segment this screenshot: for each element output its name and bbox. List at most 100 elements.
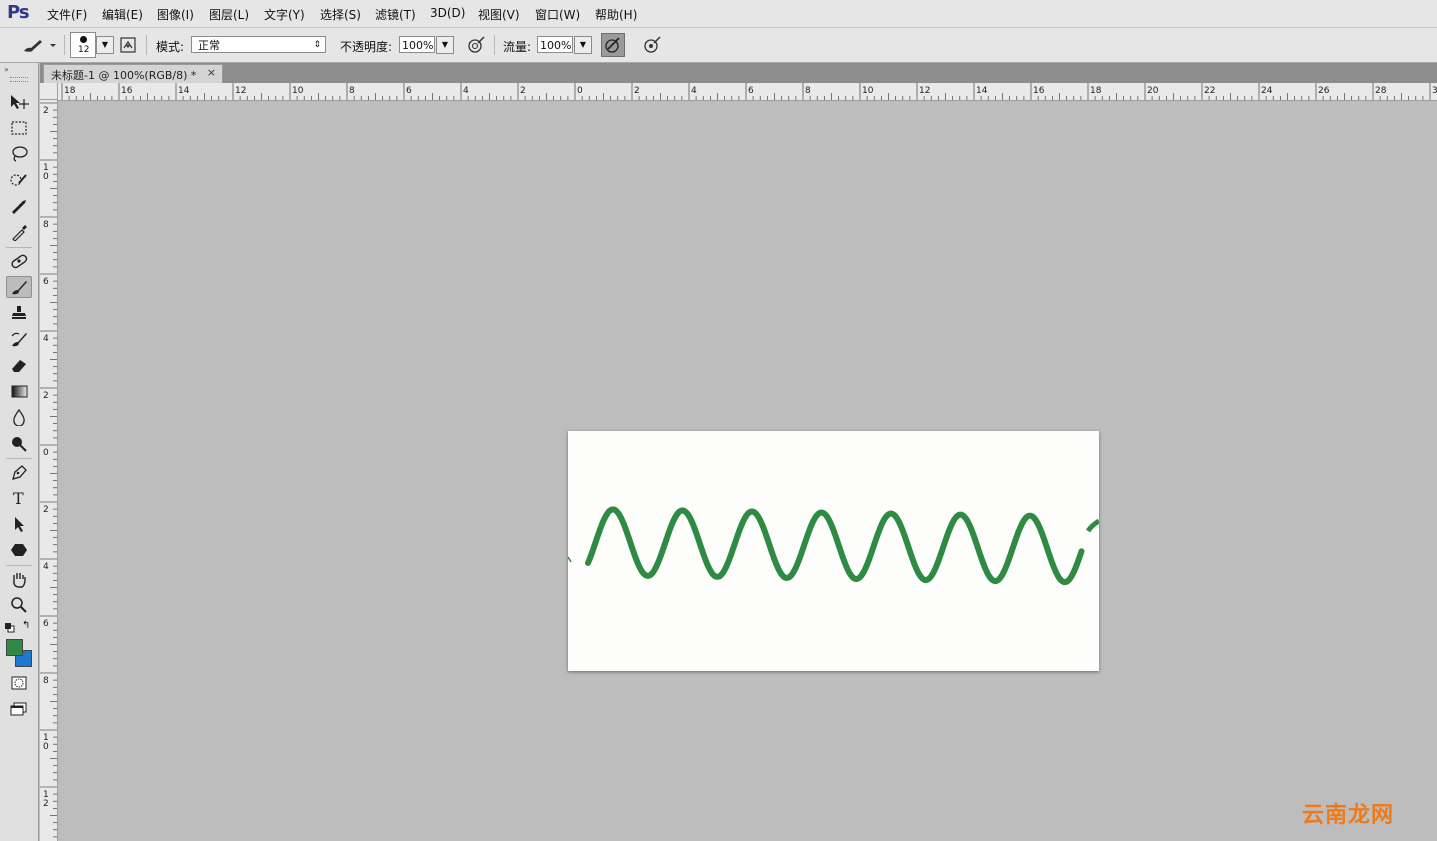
ruler-label: 10 [862, 86, 874, 96]
brush-picker-dropdown[interactable]: ▼ [96, 36, 114, 54]
marquee-tool[interactable] [6, 117, 32, 139]
menu-edit[interactable]: 编辑(E) [102, 6, 143, 23]
opacity-value: 100% [402, 39, 434, 52]
dodge-tool[interactable] [6, 432, 32, 454]
collapse-panel-icon[interactable]: » [4, 65, 9, 74]
opacity-dropdown[interactable]: ▼ [436, 36, 454, 54]
menu-help[interactable]: 帮助(H) [595, 6, 637, 23]
swap-arrow-icon: ↰ [22, 620, 31, 631]
screen-mode-button[interactable] [6, 698, 32, 720]
ruler-label: 0 [43, 172, 49, 182]
menu-filter[interactable]: 滤镜(T) [375, 6, 416, 23]
hand-tool[interactable] [6, 568, 32, 590]
zoom-icon [11, 597, 27, 613]
document-canvas[interactable] [567, 431, 1101, 671]
ruler-label: 2 [43, 799, 49, 809]
watermark-logo: 云南龙网 [1302, 802, 1395, 828]
chevron-down-icon: ▼ [579, 40, 587, 49]
foreground-color-swatch[interactable] [6, 639, 23, 656]
history-brush-tool[interactable] [6, 328, 32, 350]
ruler-label: 30 [1432, 86, 1437, 96]
horizontal-ruler[interactable]: 1816141210864202468101214161820222426283… [58, 83, 1437, 101]
pen-tool[interactable] [6, 461, 32, 483]
quick-mask-button[interactable] [6, 672, 32, 694]
brush-size-preview[interactable]: 12 [70, 32, 96, 58]
pressure-size-icon [644, 36, 661, 53]
menu-image[interactable]: 图像(I) [157, 6, 194, 23]
menu-layer[interactable]: 图层(L) [209, 6, 249, 23]
ruler-label: 18 [64, 86, 76, 96]
menu-view[interactable]: 视图(V) [478, 6, 520, 23]
ruler-label: 8 [43, 676, 49, 686]
ruler-origin[interactable] [40, 83, 58, 100]
chevron-down-icon: ▼ [441, 40, 449, 49]
ruler-label: 24 [1261, 86, 1273, 96]
flow-dropdown[interactable]: ▼ [574, 36, 592, 54]
document-tab[interactable]: 未标题-1 @ 100%(RGB/8) * × [43, 64, 223, 83]
document-tab-title: 未标题-1 @ 100%(RGB/8) * [51, 69, 197, 82]
path-select-icon [15, 517, 24, 532]
select-arrows-icon: ⇕ [313, 40, 321, 50]
ruler-label: 26 [1318, 86, 1330, 96]
ruler-label: 6 [43, 619, 49, 629]
swap-colors-button[interactable]: ↰ [22, 621, 33, 632]
ruler-label: 2 [634, 86, 640, 96]
ruler-label: 4 [463, 86, 469, 96]
pressure-opacity-button[interactable] [465, 35, 487, 55]
pressure-size-button[interactable] [641, 35, 663, 55]
ruler-label: 8 [349, 86, 355, 96]
flow-input[interactable]: 100% [537, 36, 573, 53]
type-icon: T [13, 489, 24, 507]
close-icon[interactable]: × [207, 66, 216, 79]
pressure-opacity-icon [468, 36, 485, 53]
brush-tool[interactable] [6, 276, 32, 298]
crop-tool[interactable] [6, 195, 32, 217]
airbrush-toggle[interactable] [601, 33, 625, 57]
gradient-tool[interactable] [6, 380, 32, 402]
menu-window[interactable]: 窗口(W) [535, 6, 580, 23]
eraser-tool[interactable] [6, 354, 32, 376]
ruler-label: 8 [43, 220, 49, 230]
panel-grip[interactable] [10, 77, 28, 82]
app-logo: Ps [7, 2, 30, 23]
menu-select[interactable]: 选择(S) [320, 6, 361, 23]
type-tool[interactable]: T [6, 487, 32, 509]
brush-icon [12, 281, 27, 295]
quick-select-tool[interactable] [6, 169, 32, 191]
lasso-icon [12, 146, 28, 162]
crop-icon [12, 200, 26, 214]
menu-file[interactable]: 文件(F) [47, 6, 87, 23]
ruler-label: 0 [43, 742, 49, 752]
brush-panel-icon [120, 37, 136, 53]
mode-select[interactable]: 正常 ⇕ [191, 36, 326, 53]
ruler-label: 2 [520, 86, 526, 96]
brush-panel-toggle[interactable] [118, 36, 138, 54]
chevron-down-icon: ▼ [101, 40, 109, 49]
dodge-icon [12, 437, 27, 452]
zoom-tool[interactable] [6, 594, 32, 616]
eyedropper-tool[interactable] [6, 221, 32, 243]
ruler-label: 18 [1090, 86, 1102, 96]
clone-stamp-tool[interactable] [6, 302, 32, 324]
document-tab-bar: 未标题-1 @ 100%(RGB/8) * × [40, 63, 1437, 83]
menu-bar: Ps 文件(F) 编辑(E) 图像(I) 图层(L) 文字(Y) 选择(S) 滤… [0, 0, 1437, 28]
stroke-fragment-left [567, 556, 572, 563]
path-selection-tool[interactable] [6, 513, 32, 535]
shape-tool[interactable] [6, 539, 32, 561]
ruler-label: 14 [976, 86, 988, 96]
lasso-tool[interactable] [6, 143, 32, 165]
history-brush-icon [11, 332, 27, 347]
blur-tool[interactable] [6, 406, 32, 428]
opacity-input[interactable]: 100% [399, 36, 435, 53]
tool-preset-picker[interactable] [20, 35, 56, 55]
options-bar: 12 ▼ 模式: 正常 ⇕ 不透明度: 100% ▼ 流量: 100% ▼ [0, 28, 1437, 63]
move-tool[interactable] [6, 91, 32, 113]
menu-type[interactable]: 文字(Y) [264, 6, 305, 23]
menu-3d[interactable]: 3D(D) [430, 6, 465, 20]
vertical-ruler[interactable]: 21086420246810121 [40, 100, 58, 841]
healing-brush-tool[interactable] [6, 250, 32, 272]
opacity-label: 不透明度: [340, 40, 393, 54]
airbrush-icon [605, 37, 620, 53]
default-colors-button[interactable] [5, 622, 15, 633]
quick-mask-icon [11, 676, 27, 690]
